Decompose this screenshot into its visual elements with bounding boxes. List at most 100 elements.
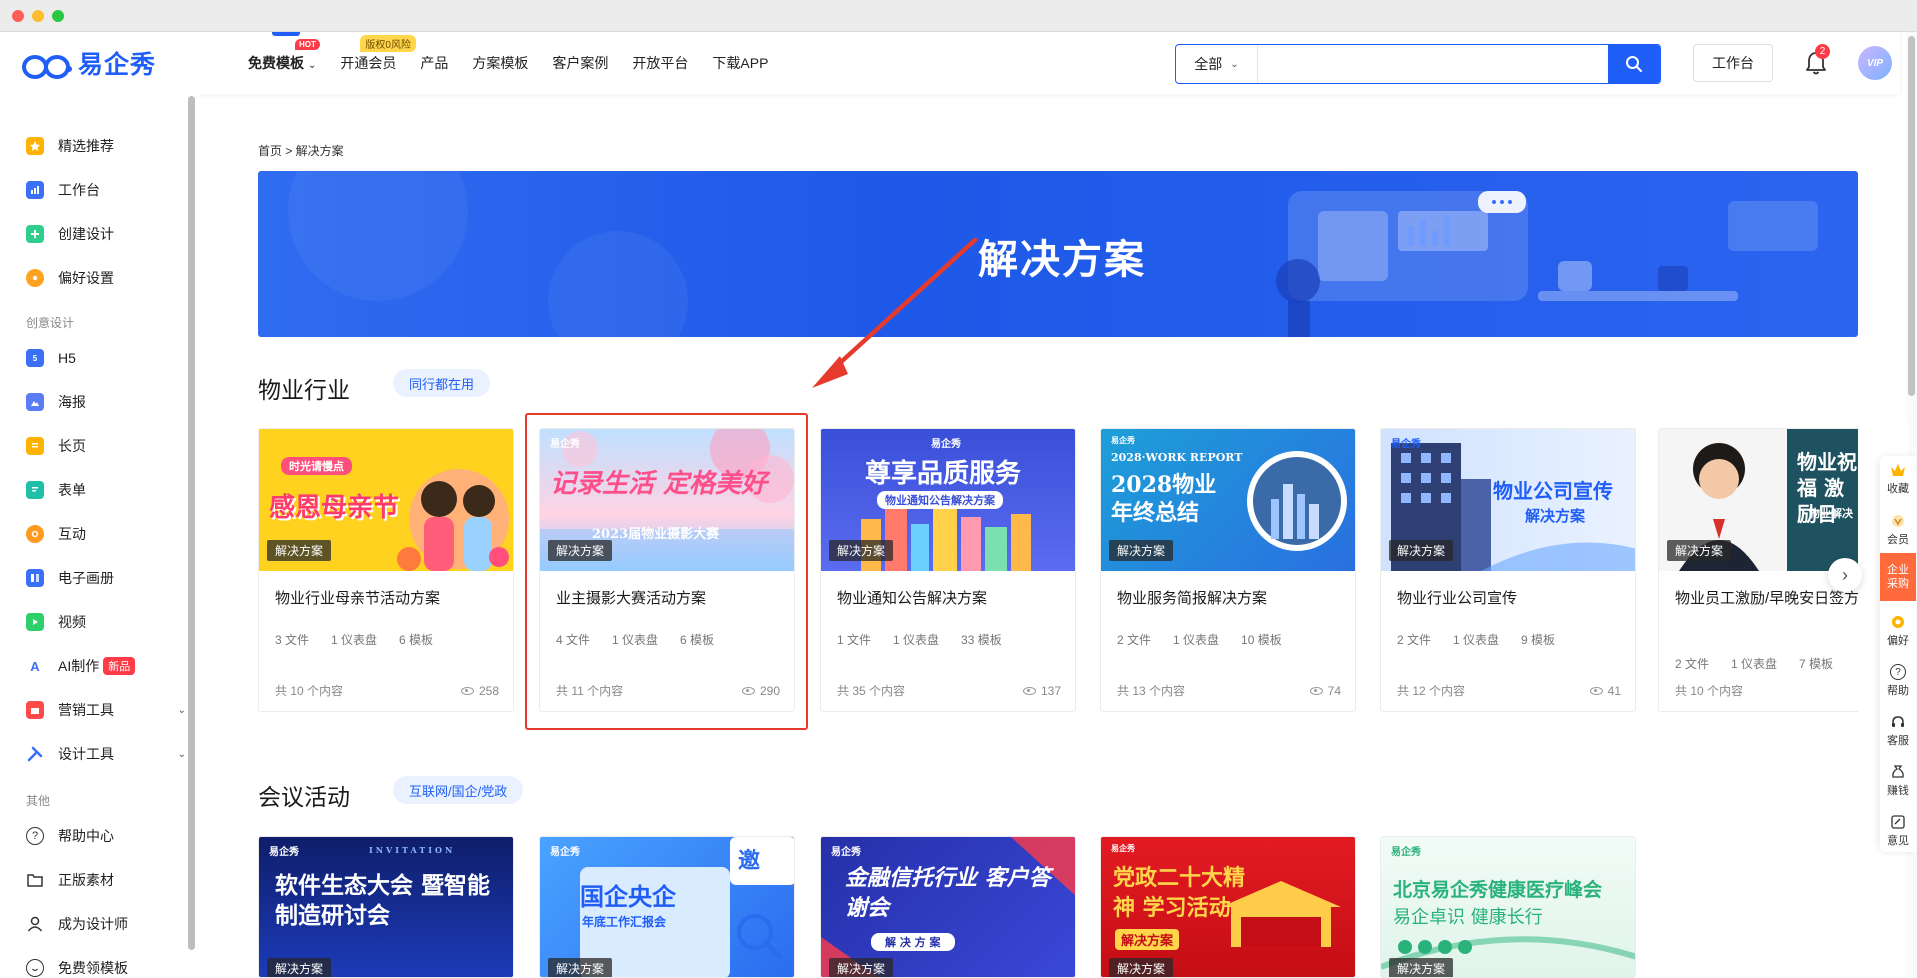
sidebar-item-label: 创建设计 bbox=[58, 226, 114, 242]
page-scrollbar-thumb[interactable] bbox=[1908, 36, 1915, 396]
sidebar-item-form[interactable]: 表单 bbox=[26, 478, 186, 502]
sidebar-item-long-page[interactable]: 长页 bbox=[26, 434, 186, 458]
sidebar-scrollbar[interactable] bbox=[188, 96, 195, 950]
card-title: 物业行业公司宣传 bbox=[1397, 590, 1518, 607]
template-count: 33 模板 bbox=[961, 633, 1002, 647]
file-count: 3 文件 bbox=[275, 633, 310, 647]
sidebar-item-free-templates[interactable]: 免费领模板 bbox=[26, 956, 186, 978]
minimize-window-button[interactable] bbox=[32, 10, 44, 22]
float-feedback[interactable]: 意见 bbox=[1880, 814, 1916, 848]
chevron-down-icon: ⌄ bbox=[177, 748, 186, 760]
sidebar-item-marketing-tools[interactable]: 营销工具 ⌄ bbox=[26, 698, 186, 722]
sidebar-item-e-album[interactable]: 电子画册 bbox=[26, 566, 186, 590]
solution-card[interactable]: 易企秀 邀 国企央企 年底工作汇报会 解决方案 bbox=[539, 836, 795, 978]
section-tag-property[interactable]: 同行都在用 bbox=[393, 369, 491, 397]
thumbnail-brand: 易企秀 bbox=[269, 847, 299, 858]
sidebar-item-create-design[interactable]: 创建设计 bbox=[26, 222, 186, 246]
float-enterprise-purchase[interactable]: 企业采购 bbox=[1880, 553, 1916, 601]
nav-membership[interactable]: 开通会员 版权0风险 bbox=[340, 35, 416, 73]
search-button[interactable] bbox=[1608, 45, 1660, 83]
card-stats: 1 文件 1 仪表盘 33 模板 bbox=[837, 631, 1024, 648]
sidebar-item-help-center[interactable]: ? 帮助中心 bbox=[26, 824, 186, 848]
new-badge: 新品 bbox=[103, 657, 136, 675]
search-input[interactable] bbox=[1258, 45, 1608, 83]
sidebar-item-ai-create[interactable]: A AI制作 新品 bbox=[26, 654, 186, 678]
thumbnail-title: 2028物业 年终总结 bbox=[1111, 472, 1217, 526]
solution-card[interactable]: 易企秀 INVITATION 软件生态大会 暨智能制造研讨会 解决方案 bbox=[258, 836, 514, 978]
sidebar-item-label: 正版素材 bbox=[58, 872, 114, 888]
sidebar-item-label: 成为设计师 bbox=[58, 916, 128, 932]
view-count: 137 bbox=[1022, 683, 1061, 698]
sidebar-item-h5[interactable]: 5 H5 bbox=[26, 346, 186, 370]
sidebar-item-video[interactable]: 视频 bbox=[26, 610, 186, 634]
card-thumbnail: 物业祝福 激励日 物业解决 解决方案 bbox=[1659, 429, 1858, 571]
avatar[interactable]: VIP bbox=[1858, 46, 1892, 80]
thumbnail-subtitle: 易企卓识 健康长行 bbox=[1393, 907, 1543, 928]
thumbnail-title: 物业公司宣传 bbox=[1493, 479, 1613, 503]
sidebar-item-preferences[interactable]: 偏好设置 bbox=[26, 266, 186, 290]
solutions-banner: 解决方案 bbox=[258, 171, 1858, 337]
plus-icon bbox=[26, 225, 44, 243]
float-preferences[interactable]: 偏好 bbox=[1880, 614, 1916, 648]
thumbnail-brand: 易企秀 bbox=[931, 439, 961, 450]
thumbnail-subtitle: 解决方案 bbox=[1115, 929, 1180, 950]
brand-logo[interactable]: 易企秀 bbox=[22, 46, 156, 80]
sidebar-item-workbench[interactable]: 工作台 bbox=[26, 178, 186, 202]
sidebar-item-interactive[interactable]: 互动 bbox=[26, 522, 186, 546]
sidebar-item-licensed-assets[interactable]: 正版素材 bbox=[26, 868, 186, 892]
carousel-next-button[interactable]: › bbox=[1828, 558, 1862, 592]
nav-download-app[interactable]: 下载APP bbox=[712, 53, 768, 73]
maximize-window-button[interactable] bbox=[52, 10, 64, 22]
help-icon: ? bbox=[1890, 664, 1906, 680]
view-count-value: 41 bbox=[1607, 683, 1621, 698]
float-favorite[interactable]: 收藏 bbox=[1880, 462, 1916, 496]
sidebar-item-label: 电子画册 bbox=[58, 570, 114, 586]
close-window-button[interactable] bbox=[12, 10, 24, 22]
thumbnail-subtitle: 解 决 方 案 bbox=[871, 933, 955, 951]
float-membership[interactable]: 会员 bbox=[1880, 513, 1916, 547]
sidebar-item-poster[interactable]: 海报 bbox=[26, 390, 186, 414]
solution-card[interactable]: 易企秀 金融信托行业 客户答谢会 解 决 方 案 解决方案 bbox=[820, 836, 1076, 978]
float-help[interactable]: ? 帮助 bbox=[1880, 664, 1916, 698]
template-count: 10 模板 bbox=[1241, 633, 1282, 647]
float-label: 偏好 bbox=[1887, 635, 1909, 647]
sidebar-item-recommended[interactable]: 精选推荐 bbox=[26, 134, 186, 158]
card-type-tag: 解决方案 bbox=[1667, 540, 1732, 561]
brand-name: 易企秀 bbox=[78, 51, 157, 79]
view-count-value: 137 bbox=[1040, 683, 1061, 698]
breadcrumb[interactable]: 首页 > 解决方案 bbox=[258, 142, 344, 159]
image-icon bbox=[26, 393, 44, 411]
sidebar-item-design-tools[interactable]: 设计工具 ⌄ bbox=[26, 742, 186, 766]
solution-card[interactable]: 易企秀 尊享品质服务 物业通知公告解决方案 解决方案 物业通知公告解决方案 1 … bbox=[820, 428, 1076, 712]
nav-customer-cases[interactable]: 客户案例 bbox=[552, 53, 608, 73]
sidebar-item-become-designer[interactable]: 成为设计师 bbox=[26, 912, 186, 936]
nav-solution-templates[interactable]: 方案模板 bbox=[472, 53, 528, 73]
workbench-button[interactable]: 工作台 bbox=[1693, 44, 1773, 82]
thumbnail-invite-char: 邀 bbox=[738, 848, 761, 874]
float-customer-service[interactable]: 客服 bbox=[1880, 714, 1916, 748]
thumbnail-brand: 易企秀 bbox=[831, 847, 861, 858]
design-tool-icon bbox=[26, 745, 44, 763]
solution-card[interactable]: 易企秀 党政二十大精神 学习活动 解决方案 解决方案 bbox=[1100, 836, 1356, 978]
solution-card[interactable]: 易企秀 2028·WORK REPORT 2028物业 年终总结 解决方案 物业… bbox=[1100, 428, 1356, 712]
card-type-tag: 解决方案 bbox=[1109, 540, 1174, 561]
file-count: 2 文件 bbox=[1675, 657, 1710, 671]
float-earn-money[interactable]: 赚钱 bbox=[1880, 764, 1916, 798]
nav-products[interactable]: 产品 bbox=[420, 53, 448, 73]
card-stats: 2 文件 1 仪表盘 10 模板 bbox=[1117, 631, 1304, 648]
solution-card[interactable]: 时光请慢点 感恩母亲节 解决方案 物业行业母亲节活动方案 3 文件 1 仪表盘 … bbox=[258, 428, 514, 712]
form-icon bbox=[26, 481, 44, 499]
sidebar-section-creative: 创意设计 bbox=[26, 316, 75, 330]
solution-card[interactable]: 易企秀 北京易企秀健康医疗峰会 易企卓识 健康长行 解决方案 bbox=[1380, 836, 1636, 978]
card-type-tag: 解决方案 bbox=[548, 958, 613, 977]
nav-free-templates[interactable]: 免费模板 ⌄ HOT bbox=[248, 39, 320, 73]
search-scope-select[interactable]: 全部 ⌄ bbox=[1176, 45, 1258, 83]
longpage-icon bbox=[26, 437, 44, 455]
user-icon bbox=[26, 915, 44, 933]
thumbnail-subtitle: 年底工作汇报会 bbox=[582, 915, 667, 929]
section-tag-meetings[interactable]: 互联网/国企/党政 bbox=[393, 776, 524, 804]
sidebar-item-label: 营销工具 bbox=[58, 702, 114, 718]
highlight-box bbox=[525, 413, 808, 730]
solution-card[interactable]: 易企秀 物业公司宣传 解决方案 解决方案 物业行业公司宣传 2 文件 1 仪表盘… bbox=[1380, 428, 1636, 712]
nav-open-platform[interactable]: 开放平台 bbox=[632, 53, 688, 73]
